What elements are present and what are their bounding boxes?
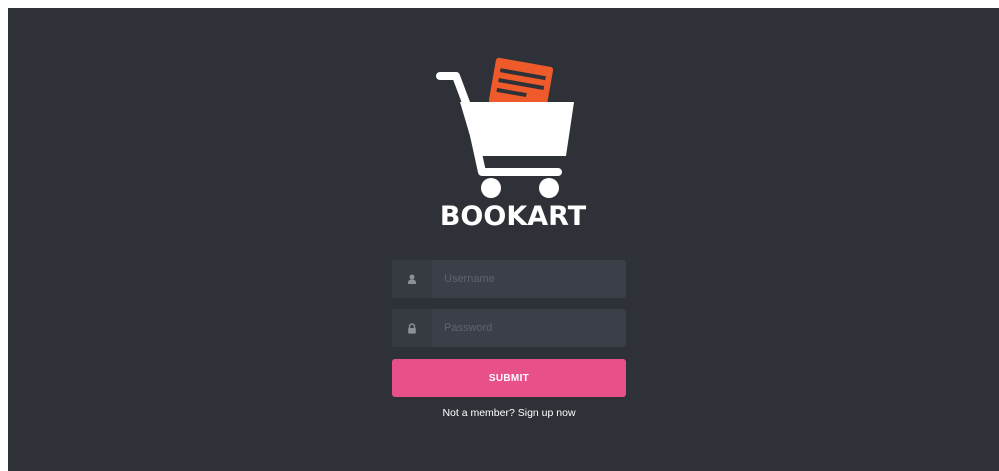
lock-icon xyxy=(392,309,432,347)
password-field xyxy=(392,309,626,347)
password-input[interactable] xyxy=(432,309,626,347)
signup-prompt-text: Not a member? xyxy=(442,407,515,419)
login-page: BOOKART SUBMIT Not a member? Sign up now xyxy=(8,8,999,471)
username-input[interactable] xyxy=(432,260,626,298)
signup-link[interactable]: Sign up now xyxy=(518,407,576,419)
submit-button[interactable]: SUBMIT xyxy=(392,359,626,397)
user-icon xyxy=(392,260,432,298)
shopping-cart-logo-icon xyxy=(436,57,574,198)
username-field xyxy=(392,260,626,298)
brand-name: BOOKART xyxy=(439,201,587,232)
signup-prompt: Not a member? Sign up now xyxy=(392,407,626,419)
